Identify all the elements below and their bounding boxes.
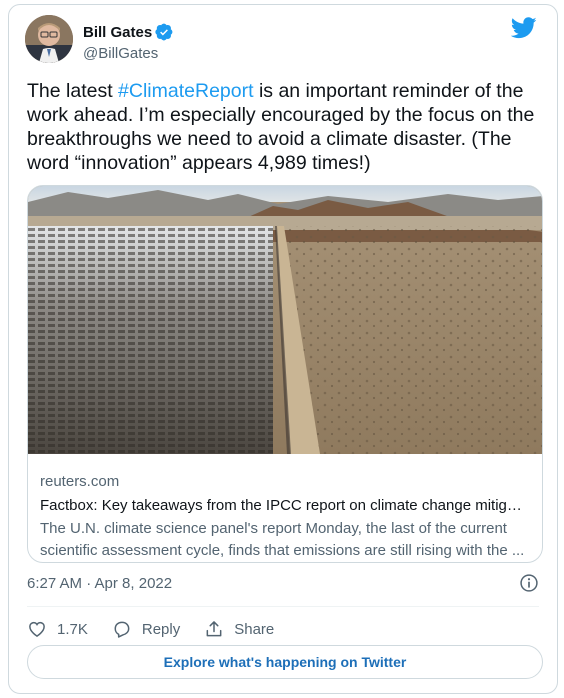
twitter-bird-icon[interactable]	[511, 17, 537, 39]
heart-icon	[29, 621, 45, 637]
share-button[interactable]: Share	[204, 619, 274, 639]
reply-label: Reply	[141, 620, 181, 638]
link-preview-card[interactable]: reuters.com Factbox: Key takeaways from …	[27, 185, 543, 563]
share-label: Share	[234, 620, 275, 638]
verified-badge-icon	[155, 23, 173, 41]
avatar[interactable]	[25, 15, 73, 63]
hashtag-link[interactable]: #ClimateReport	[118, 80, 253, 102]
info-icon[interactable]	[519, 573, 539, 593]
tweet-text: The latest #ClimateReport is an importan…	[27, 79, 547, 175]
tweet-text-before: The latest	[27, 80, 119, 102]
reply-button[interactable]: Reply	[112, 619, 180, 639]
link-domain: reuters.com	[40, 473, 120, 490]
tweet-header: Bill Gates @BillGates	[25, 15, 541, 67]
link-description: The U.N. climate science panel's report …	[40, 520, 525, 559]
link-preview-image[interactable]	[28, 186, 543, 454]
like-count: 1.7K	[57, 620, 88, 638]
link-title[interactable]: Factbox: Key takeaways from the IPCC rep…	[40, 495, 530, 517]
tweet-card: Bill Gates @BillGates The latest #Climat…	[8, 4, 558, 694]
author-handle[interactable]: @BillGates	[83, 45, 158, 62]
divider	[27, 606, 539, 607]
author-name[interactable]: Bill Gates	[83, 24, 152, 41]
action-bar: 1.7K Reply Share	[27, 615, 298, 643]
tweet-timestamp[interactable]: 6:27 AM · Apr 8, 2022	[27, 575, 172, 592]
reply-icon	[114, 621, 130, 638]
explore-twitter-button[interactable]: Explore what's happening on Twitter	[27, 645, 543, 679]
like-button[interactable]: 1.7K	[27, 619, 88, 639]
share-icon	[206, 621, 222, 637]
link-preview-body: reuters.com Factbox: Key takeaways from …	[40, 472, 530, 562]
